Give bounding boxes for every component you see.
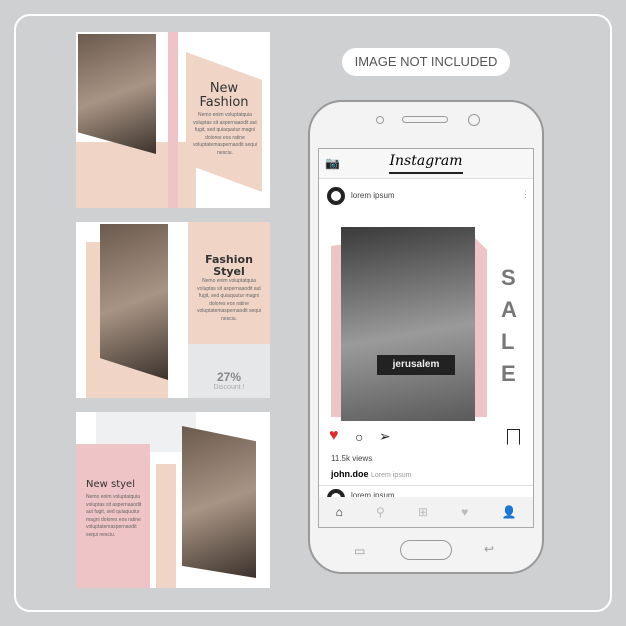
home-button[interactable] (400, 540, 452, 560)
more-options-icon[interactable]: ⋮ (521, 189, 530, 200)
card-title: Fashion Styel (205, 253, 253, 278)
add-post-icon[interactable]: ⊞ (418, 505, 428, 519)
decor-stripe (168, 32, 178, 208)
sale-letter: L (501, 329, 517, 354)
story-card-fashion-styel: Fashion Styel Nemo enim voluptatquia volu… (76, 222, 270, 398)
post-photo (341, 227, 475, 421)
card-title: New styel (86, 479, 135, 490)
home-icon[interactable]: ⌂ (336, 505, 343, 519)
decor-shape (76, 142, 196, 208)
heart-icon[interactable]: ♥ (461, 505, 468, 519)
sensor (376, 116, 384, 124)
recent-apps-icon[interactable]: ▭ (354, 544, 365, 558)
decor-stripe (156, 464, 176, 588)
card-body: Nemo enim voluptatquia voluptas sit aspe… (193, 112, 257, 156)
card-body: Nemo enim voluptatquia voluptas sit aspe… (197, 278, 261, 322)
card-title: New Fashion (199, 81, 249, 110)
divider (319, 485, 533, 486)
image-not-included-badge: IMAGE NOT INCLUDED (342, 48, 510, 76)
caption: john.doe Lorem ipsum (331, 469, 411, 479)
share-icon[interactable]: ➢ (379, 428, 391, 445)
view-count: 11.5k views (331, 454, 373, 463)
speaker (402, 116, 448, 123)
back-icon[interactable]: ↩ (484, 542, 494, 556)
bookmark-icon[interactable] (507, 429, 520, 445)
model-photo (100, 224, 168, 380)
story-card-new-fashion: New Fashion Nemo enim voluptatquia volupt… (76, 32, 270, 208)
discount-label: Discount ! (213, 384, 245, 391)
comment-icon[interactable]: ○ (355, 429, 363, 445)
front-camera (468, 114, 480, 126)
camera-icon[interactable]: 📷 (325, 156, 340, 170)
search-icon[interactable]: ⚲ (376, 505, 385, 519)
shirt-text: jerusalem (377, 355, 455, 375)
instagram-screen: 📷 Instagram lorem ipsum ⋮ jerusalem S A … (318, 148, 534, 528)
card-body: Nemo enim voluptatquia voluptas sit aspe… (86, 494, 142, 538)
sale-letter: A (501, 297, 519, 322)
post-username[interactable]: lorem ipsum (351, 191, 395, 200)
model-photo (78, 34, 156, 154)
sale-letter: E (501, 361, 518, 386)
model-photo (182, 426, 256, 578)
caption-username[interactable]: john.doe (331, 469, 369, 479)
discount-value: 27% (216, 370, 242, 384)
profile-icon[interactable]: 👤 (501, 505, 516, 519)
story-card-new-styel: New styel Nemo enim voluptatquia volupta… (76, 412, 270, 588)
sale-letter: S (501, 265, 518, 290)
caption-text: Lorem ipsum (371, 472, 412, 479)
bottom-nav: ⌂ ⚲ ⊞ ♥ 👤 (319, 497, 533, 527)
avatar[interactable] (327, 187, 345, 205)
like-icon[interactable]: ♥ (329, 427, 339, 445)
app-title: Instagram (389, 153, 463, 174)
